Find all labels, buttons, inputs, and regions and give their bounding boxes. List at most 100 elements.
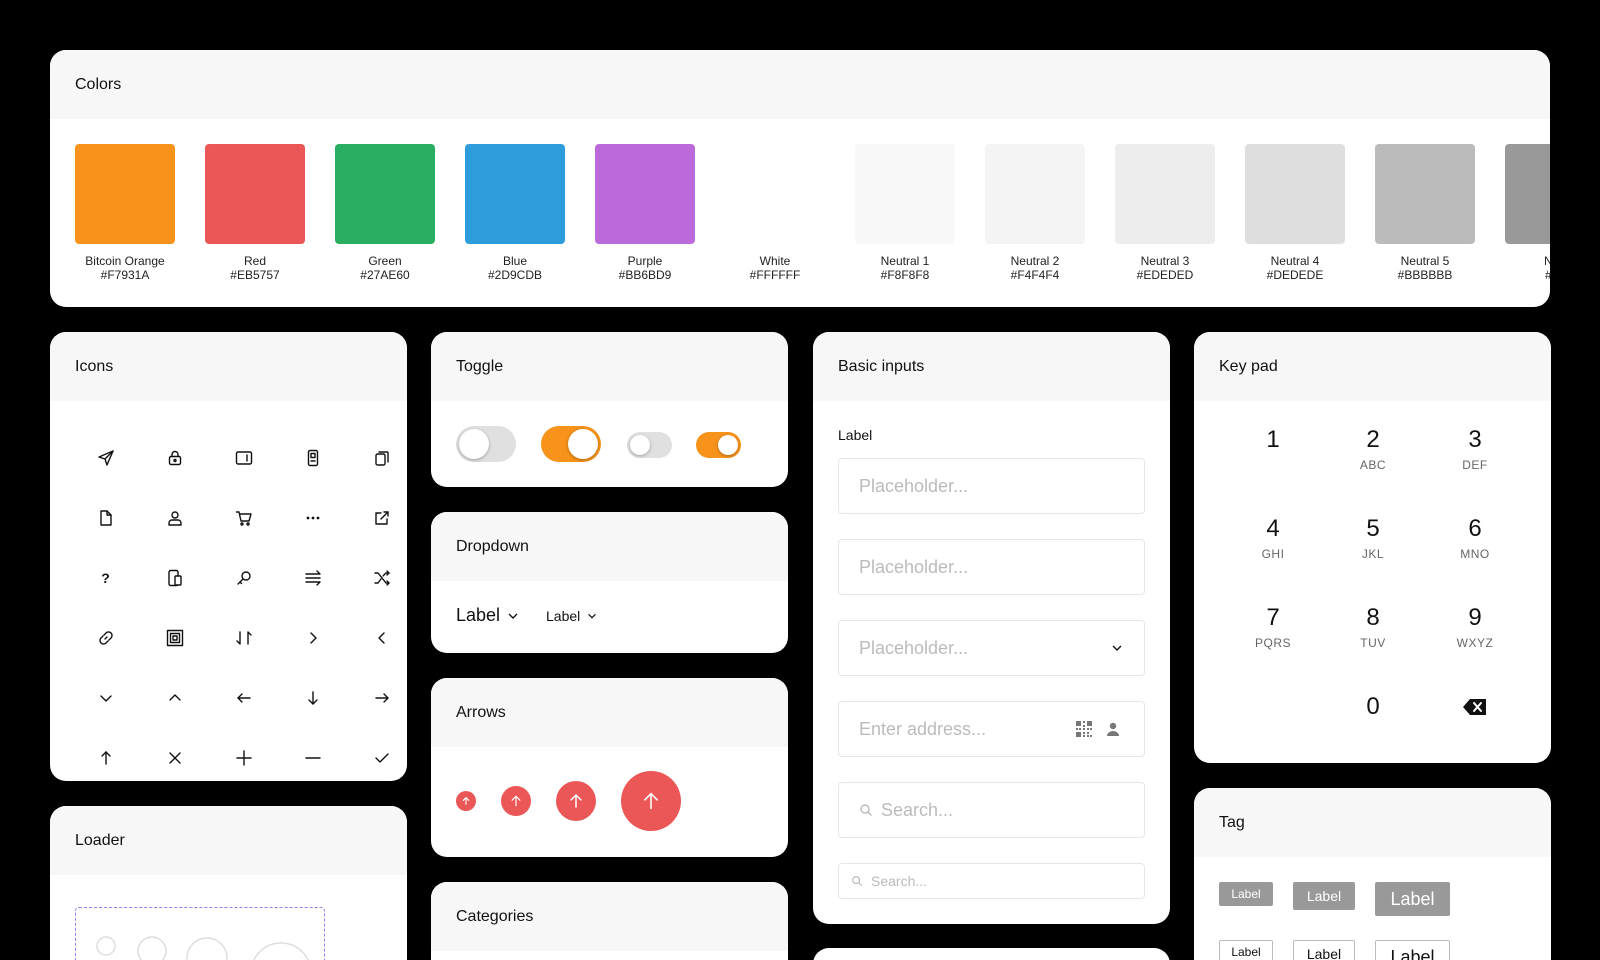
key-7[interactable]: 7 PQRS (1233, 604, 1313, 650)
external-link-icon[interactable] (347, 488, 407, 548)
copy-icon[interactable] (347, 428, 407, 488)
arrow-left-icon[interactable] (209, 668, 278, 728)
icon-grid: ? (71, 428, 390, 781)
arrow-down-icon[interactable] (278, 668, 347, 728)
address-input[interactable]: Enter address... (838, 701, 1145, 757)
loader-frame (75, 907, 325, 960)
chevron-up-icon[interactable] (140, 668, 209, 728)
chevron-down-icon (1112, 645, 1122, 651)
file-icon[interactable] (71, 488, 140, 548)
plus-icon[interactable] (209, 728, 278, 781)
key-letters: ABC (1359, 458, 1387, 472)
backspace-key[interactable] (1435, 697, 1515, 722)
dropdown-large[interactable]: Label (456, 605, 520, 626)
cart-icon[interactable] (209, 488, 278, 548)
color-name: Bitcoin Orange (85, 254, 165, 268)
color-chip (205, 144, 305, 244)
qr-code-icon[interactable] (1075, 720, 1093, 738)
check-icon[interactable] (347, 728, 407, 781)
color-name: White (759, 254, 791, 268)
toggle-large-on[interactable] (541, 426, 601, 462)
key-letters: PQRS (1254, 636, 1291, 650)
devices-icon[interactable] (140, 548, 209, 608)
key-icon[interactable] (209, 548, 278, 608)
key-digit: 5 (1366, 515, 1380, 542)
toggle-large-off[interactable] (456, 426, 516, 462)
question-icon[interactable]: ? (71, 548, 140, 608)
key-3[interactable]: 3 DEF (1435, 426, 1515, 472)
key-5[interactable]: 5 JKL (1333, 515, 1413, 561)
icons-title: Icons (50, 332, 407, 401)
key-digit: 2 (1366, 426, 1380, 453)
search-input-small[interactable]: Search... (838, 863, 1145, 899)
color-name: Neutral 3 (1140, 254, 1190, 268)
arrows-card: Arrows (431, 678, 788, 857)
send-icon[interactable] (71, 428, 140, 488)
device-icon[interactable] (278, 428, 347, 488)
color-hex: #F7931A (100, 268, 150, 282)
key-6[interactable]: 6 MNO (1435, 515, 1515, 561)
search-placeholder: Search... (881, 799, 954, 820)
loader-title: Loader (50, 806, 407, 875)
chevron-down-icon[interactable] (71, 668, 140, 728)
arrow-up-button-md[interactable] (556, 781, 596, 821)
key-digit: 1 (1266, 426, 1280, 453)
color-chip (1115, 144, 1215, 244)
key-digit: 4 (1266, 515, 1280, 542)
dropdown-small[interactable]: Label (546, 608, 598, 624)
search-input[interactable]: Search... (838, 782, 1145, 838)
tag-solid-small: Label (1219, 882, 1273, 906)
minus-icon[interactable] (278, 728, 347, 781)
tag-outline-small: Label (1219, 940, 1273, 960)
select-input[interactable]: Placeholder... (838, 620, 1145, 676)
arrow-up-icon[interactable] (71, 728, 140, 781)
link-icon[interactable] (71, 608, 140, 668)
key-1[interactable]: 1 (1233, 426, 1313, 458)
key-0[interactable]: 0 (1333, 693, 1413, 721)
key-4[interactable]: 4 GHI (1233, 515, 1313, 561)
chevron-right-icon[interactable] (278, 608, 347, 668)
qr-frame-icon[interactable] (140, 608, 209, 668)
toggle-small-off[interactable] (627, 432, 672, 458)
lock-icon[interactable] (140, 428, 209, 488)
key-letters: MNO (1460, 547, 1490, 561)
key-digit: 8 (1366, 604, 1380, 631)
toggle-knob (630, 435, 650, 455)
question-glyph: ? (101, 570, 110, 586)
sort-icon[interactable] (209, 608, 278, 668)
chevron-left-icon[interactable] (347, 608, 407, 668)
text-input-1[interactable]: Placeholder... (838, 458, 1145, 514)
color-swatch: Neutral 3 #EDEDED (1115, 144, 1215, 282)
color-hex: #27AE60 (360, 268, 410, 282)
key-digit: 9 (1468, 604, 1482, 631)
shuffle-icon[interactable] (347, 548, 407, 608)
arrow-up-icon (570, 794, 582, 808)
color-swatch: Neutral 1 #F8F8F8 (855, 144, 955, 282)
key-8[interactable]: 8 TUV (1333, 604, 1413, 650)
transfer-icon[interactable] (278, 548, 347, 608)
arrow-up-icon (511, 795, 521, 807)
close-icon[interactable] (140, 728, 209, 781)
arrow-up-button-sm[interactable] (501, 786, 531, 816)
key-letters: TUV (1360, 636, 1386, 650)
icons-card: Icons ? (50, 332, 407, 781)
color-hex: #BB6BD9 (618, 268, 672, 282)
categories-card: Categories (431, 882, 788, 960)
text-input-2[interactable]: Placeholder... (838, 539, 1145, 595)
user-icon[interactable] (140, 488, 209, 548)
key-9[interactable]: 9 WXYZ (1435, 604, 1515, 650)
key-digit: 7 (1266, 604, 1280, 631)
contact-icon[interactable] (1105, 721, 1121, 737)
toggle-small-on[interactable] (696, 432, 741, 458)
wallet-icon[interactable] (209, 428, 278, 488)
key-2[interactable]: 2 ABC (1333, 426, 1413, 472)
arrow-up-icon (462, 797, 470, 805)
arrow-right-icon[interactable] (347, 668, 407, 728)
key-digit: 6 (1468, 515, 1482, 542)
more-icon[interactable] (278, 488, 347, 548)
arrow-up-button-xs[interactable] (456, 791, 476, 811)
tag-title: Tag (1194, 788, 1551, 857)
key-digit: 3 (1468, 426, 1482, 453)
arrow-up-button-lg[interactable] (621, 771, 681, 831)
toggle-title: Toggle (431, 332, 788, 401)
